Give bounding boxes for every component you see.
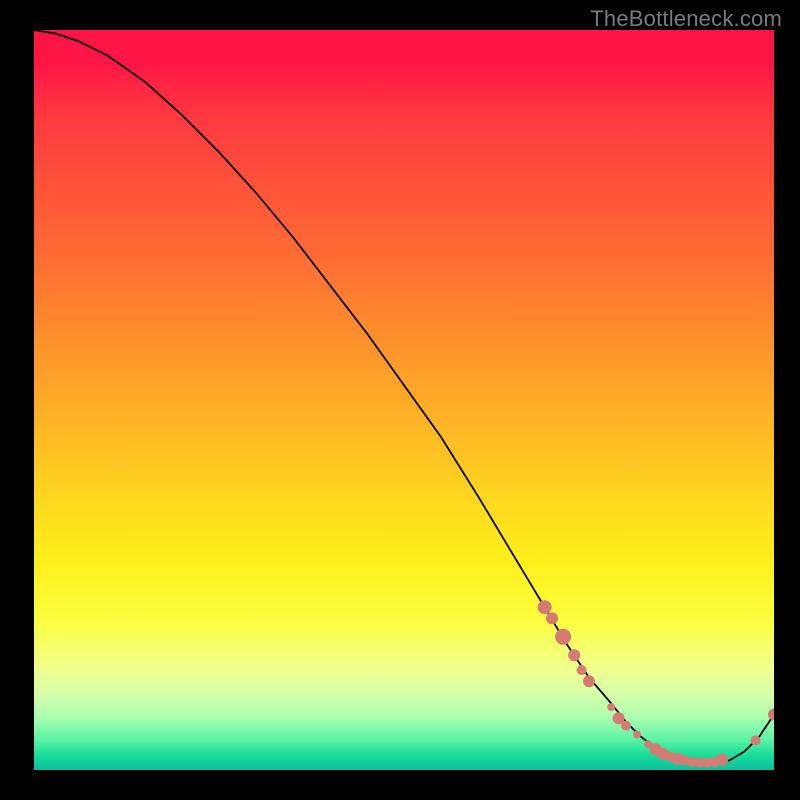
data-point	[768, 709, 774, 721]
data-markers	[538, 600, 774, 767]
data-point	[621, 721, 631, 731]
data-point	[751, 735, 761, 745]
data-point	[716, 754, 728, 766]
data-point	[577, 665, 587, 675]
chart-svg	[34, 30, 774, 770]
data-point	[583, 675, 595, 687]
data-point	[568, 649, 580, 661]
plot-area	[34, 30, 774, 770]
data-point	[555, 629, 571, 645]
watermark-text: TheBottleneck.com	[590, 6, 782, 32]
data-point	[607, 703, 615, 711]
chart-stage: TheBottleneck.com	[0, 0, 800, 800]
data-point	[538, 600, 552, 614]
data-point	[546, 612, 558, 624]
bottleneck-curve	[34, 30, 774, 763]
data-point	[633, 730, 641, 738]
